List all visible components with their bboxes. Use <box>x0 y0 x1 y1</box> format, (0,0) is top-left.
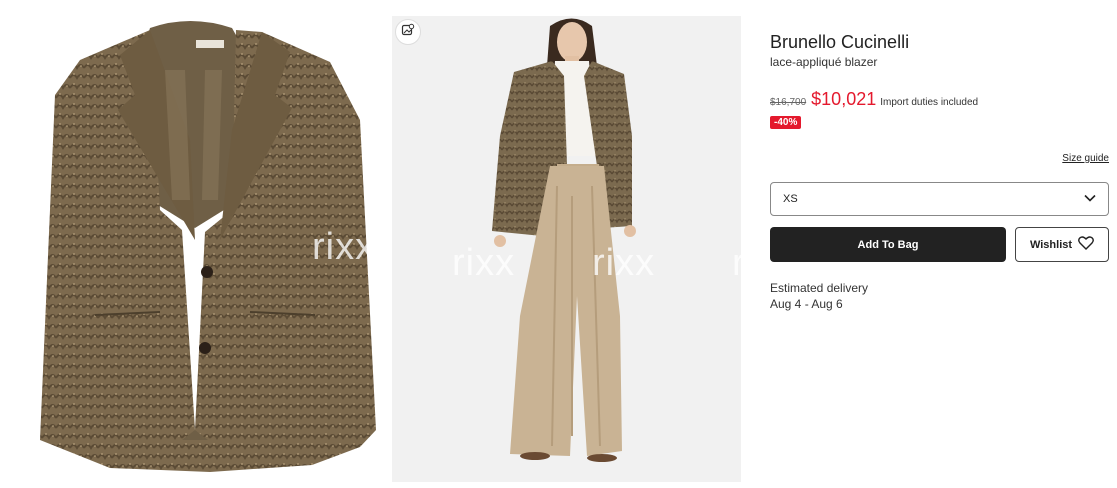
wishlist-button[interactable]: Wishlist <box>1015 227 1109 262</box>
duties-note: Import duties included <box>880 97 979 108</box>
blazer-illustration <box>40 21 376 472</box>
original-price: $16,700 <box>770 97 807 108</box>
product-image-blazer[interactable]: rixx <box>0 0 385 488</box>
discount-badge: -40% <box>770 116 802 129</box>
sale-price: $10,021 <box>811 89 877 109</box>
model-illustration <box>492 18 636 462</box>
wishlist-label: Wishlist <box>1029 238 1073 251</box>
brand-name[interactable]: Brunello Cucinelli <box>770 32 909 53</box>
price-row: $16,700 $10,021 Import duties included <box>770 89 978 110</box>
add-to-bag-button[interactable]: Add To Bag <box>770 227 1006 262</box>
delivery-dates: Aug 4 - Aug 6 <box>770 297 843 311</box>
product-name: lace-appliqué blazer <box>770 55 878 69</box>
product-gallery: rixx rixx rixx r <box>0 0 745 488</box>
image-search-icon <box>401 23 415 42</box>
chevron-down-icon <box>1084 193 1096 205</box>
size-guide-link[interactable]: Size guide <box>1062 153 1109 164</box>
heart-outline-icon <box>1078 236 1094 253</box>
size-select[interactable]: XS <box>770 182 1109 216</box>
delivery-label: Estimated delivery <box>770 281 869 295</box>
product-image-model[interactable]: rixx rixx rixx <box>392 16 741 482</box>
size-select-value: XS <box>783 193 798 205</box>
image-search-button[interactable] <box>395 19 421 45</box>
